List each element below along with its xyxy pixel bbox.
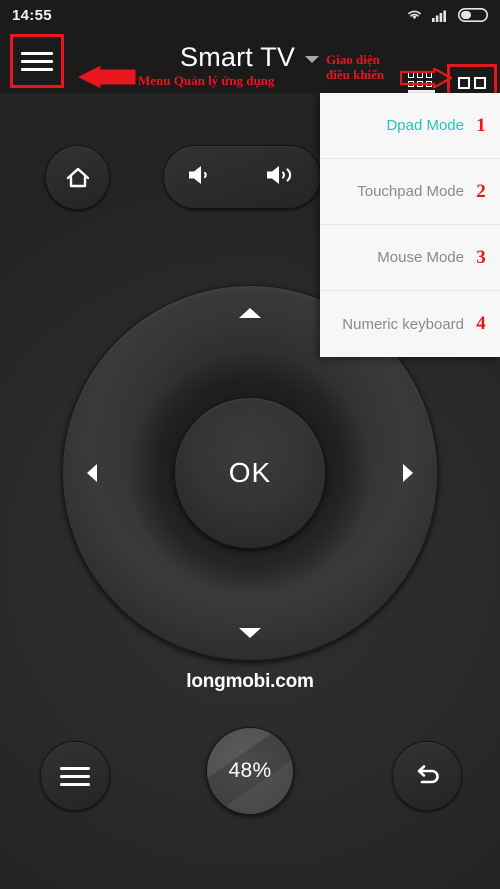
dropdown-item-label: Dpad Mode xyxy=(386,117,464,134)
annotation-arrow-right xyxy=(400,68,452,88)
dropdown-item-mouse-mode[interactable]: Mouse Mode 3 xyxy=(320,225,500,291)
signal-icon xyxy=(432,10,446,22)
volume-down-icon xyxy=(189,165,207,184)
battery-percent-label: 48% xyxy=(228,759,272,782)
battery-status-button[interactable]: 48% xyxy=(206,727,294,815)
dropdown-item-label: Numeric keyboard xyxy=(342,315,464,333)
dropdown-item-dpad-mode[interactable]: Dpad Mode 1 xyxy=(320,93,500,159)
annotation-arrow-left xyxy=(78,66,136,88)
watermark: longmobi.com xyxy=(186,671,314,692)
battery-icon xyxy=(458,8,488,22)
annotation-number: 2 xyxy=(476,180,486,202)
dpad-up-button[interactable] xyxy=(239,308,261,318)
hamburger-icon xyxy=(60,762,90,791)
volume-down-button[interactable] xyxy=(186,162,214,193)
dpad-down-button[interactable] xyxy=(239,628,261,638)
page-title: Smart TV xyxy=(180,42,296,72)
dropdown-item-numeric-keyboard[interactable]: Numeric keyboard 4 xyxy=(320,291,500,357)
chevron-down-icon xyxy=(305,56,320,63)
volume-up-icon xyxy=(267,165,292,184)
dropdown-item-touchpad-mode[interactable]: Touchpad Mode 2 xyxy=(320,159,500,225)
volume-control xyxy=(163,145,321,209)
annotation-right-line2: điều khiển xyxy=(326,67,385,82)
wifi-icon xyxy=(408,10,421,20)
status-bar: 14:55 xyxy=(0,0,500,30)
volume-up-button[interactable] xyxy=(264,162,298,193)
dpad-left-button[interactable] xyxy=(87,464,97,482)
annotation-left-label: Menu Quản lý ứng dụng xyxy=(138,73,275,88)
dropdown-item-label: Mouse Mode xyxy=(377,249,464,266)
smart-tv-remote-app: 14:55 Smart TV OK longmobi.com 48% Dpad … xyxy=(0,0,500,889)
home-button[interactable] xyxy=(45,145,110,210)
mode-dropdown-menu: Dpad Mode 1 Touchpad Mode 2 Mouse Mode 3… xyxy=(320,93,500,357)
status-icons xyxy=(406,8,488,22)
app-manager-menu-button[interactable] xyxy=(10,34,64,88)
annotation-number: 1 xyxy=(476,114,486,136)
annotation-right-label: Giao diện điều khiển xyxy=(326,52,384,82)
arrow-right-icon xyxy=(403,464,413,482)
hamburger-icon xyxy=(21,47,53,76)
menu-button[interactable] xyxy=(40,741,110,811)
ok-button-label: OK xyxy=(228,457,272,488)
back-arrow-icon xyxy=(417,765,439,784)
dropdown-item-label: Touchpad Mode xyxy=(357,183,464,200)
back-button[interactable] xyxy=(392,741,462,811)
arrow-up-icon xyxy=(239,308,261,318)
home-icon xyxy=(66,167,89,187)
device-selector[interactable]: Smart TV xyxy=(180,42,320,73)
status-time: 14:55 xyxy=(12,6,52,24)
arrow-down-icon xyxy=(239,628,261,638)
ok-button[interactable]: OK xyxy=(174,397,326,549)
dpad-right-button[interactable] xyxy=(403,464,413,482)
annotation-number: 4 xyxy=(476,313,486,334)
arrow-left-icon xyxy=(87,464,97,482)
annotation-right-line1: Giao diện xyxy=(326,52,380,67)
annotation-number: 3 xyxy=(476,246,486,268)
